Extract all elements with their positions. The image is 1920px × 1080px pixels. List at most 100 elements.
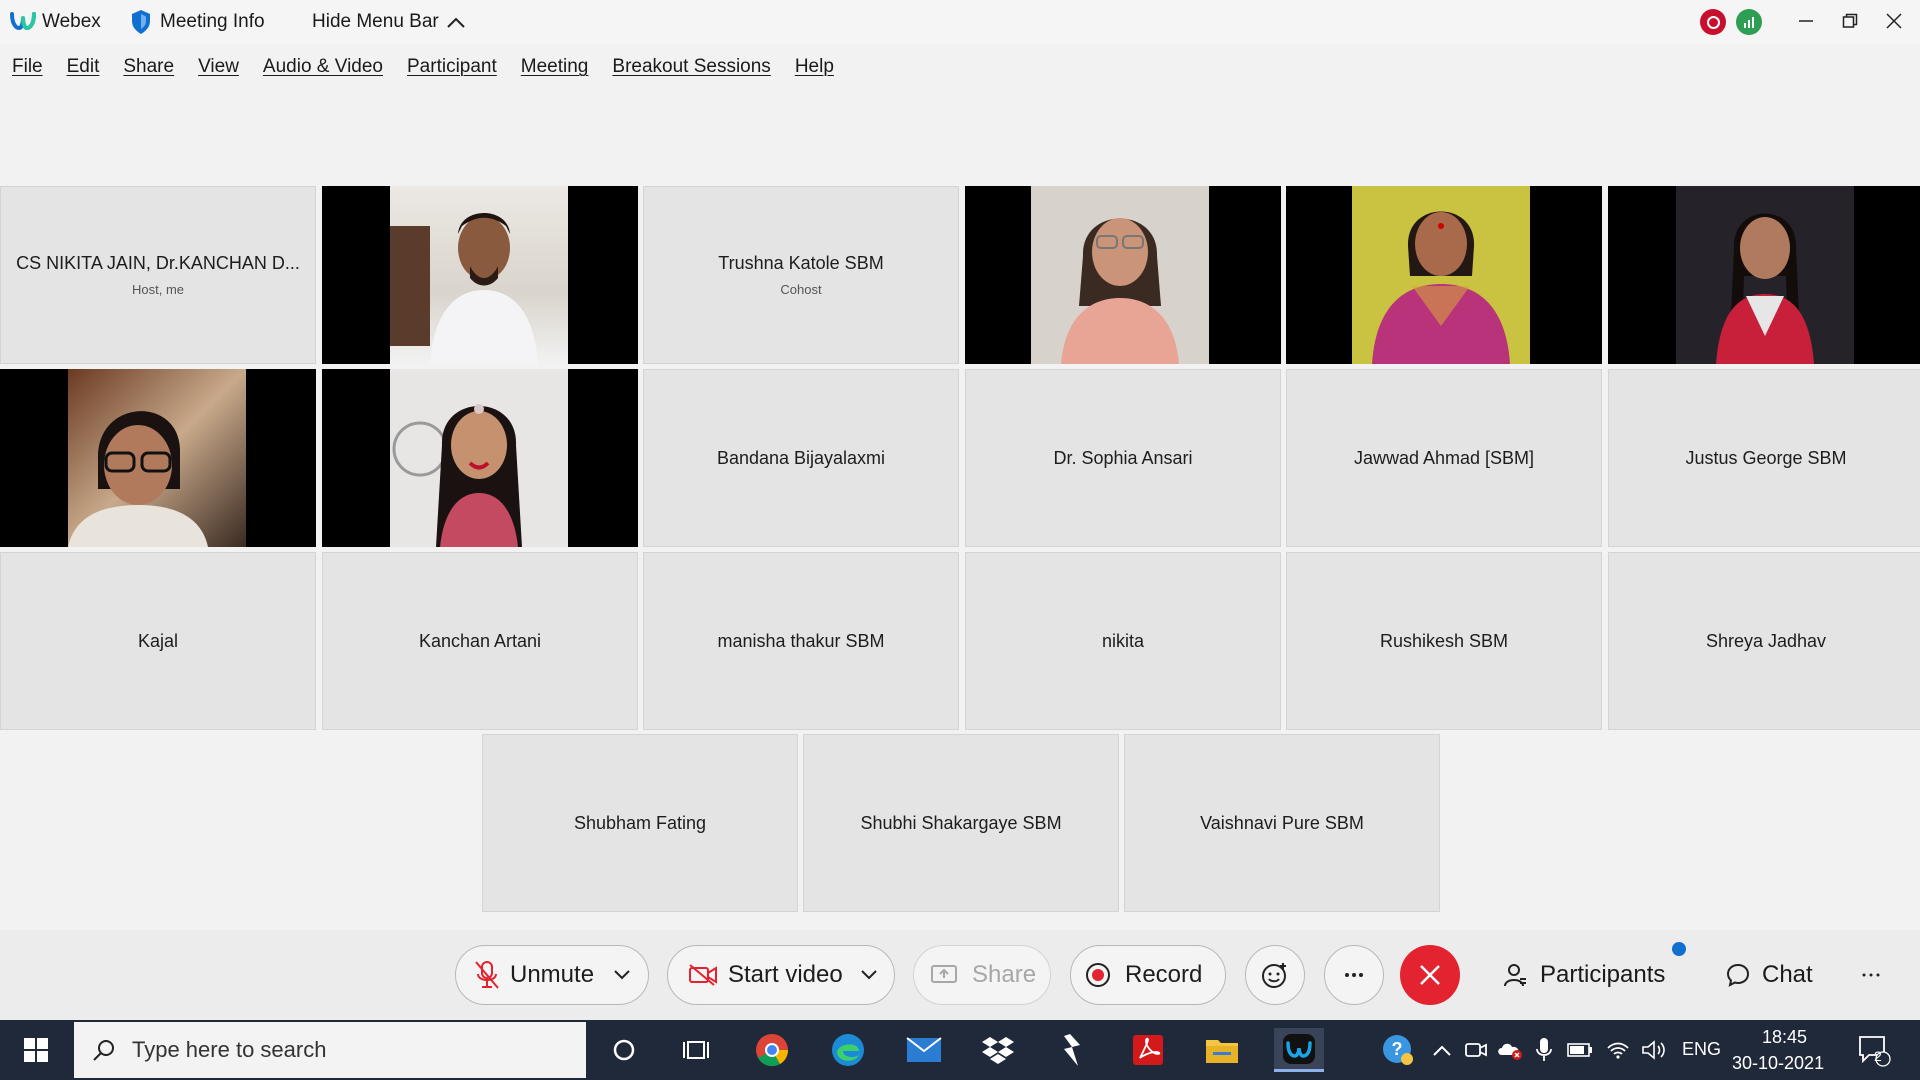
help-tray-icon[interactable]: ? xyxy=(1376,1028,1420,1072)
windows-start-button[interactable] xyxy=(0,1020,72,1080)
participant-role: Host, me xyxy=(131,282,184,297)
person-silhouette-icon xyxy=(68,411,208,547)
volume-icon[interactable] xyxy=(1632,1028,1676,1072)
acrobat-icon[interactable] xyxy=(1126,1028,1170,1072)
video-feed xyxy=(390,369,568,547)
meeting-control-bar: Unmute Start video Share Record Particip… xyxy=(0,930,1920,1020)
participant-name: Vaishnavi Pure SBM xyxy=(1200,812,1364,833)
participant-name: Justus George SBM xyxy=(1685,447,1847,468)
participant-tile[interactable]: Rushikesh SBM xyxy=(1286,552,1602,730)
menu-meeting[interactable]: Meeting xyxy=(521,56,589,78)
video-feed xyxy=(1676,186,1854,364)
person-silhouette-icon xyxy=(392,404,522,547)
record-icon xyxy=(1086,963,1110,987)
minimize-icon[interactable] xyxy=(1786,6,1826,36)
participant-video-tile[interactable] xyxy=(965,186,1281,364)
participant-tile[interactable]: Dr. Sophia Ansari xyxy=(965,369,1281,547)
participant-name: nikita xyxy=(1101,630,1145,651)
participant-role: Cohost xyxy=(780,282,822,297)
menu-view[interactable]: View xyxy=(198,56,239,78)
participant-video-tile[interactable] xyxy=(322,369,638,547)
participant-tile-host[interactable]: CS NIKITA JAIN, Dr.KANCHAN D... Host, me xyxy=(0,186,316,364)
participant-tile[interactable]: Shubham Fating xyxy=(482,734,798,912)
chevron-up-icon xyxy=(447,17,465,28)
participant-tile[interactable]: Shreya Jadhav xyxy=(1608,552,1920,730)
participant-video-tile[interactable] xyxy=(1286,186,1602,364)
participant-name: Jawwad Ahmad [SBM] xyxy=(1353,447,1535,468)
participant-name: CS NIKITA JAIN, Dr.KANCHAN D... xyxy=(16,253,300,273)
network-health-icon[interactable] xyxy=(1736,9,1762,35)
participant-tile[interactable]: Justus George SBM xyxy=(1608,369,1920,547)
participant-tile[interactable]: Kajal xyxy=(0,552,316,730)
participants-panel-button[interactable]: Participants xyxy=(1504,945,1665,1005)
file-explorer-icon[interactable] xyxy=(1200,1028,1244,1072)
share-button[interactable]: Share xyxy=(913,945,1051,1005)
more-options-button[interactable] xyxy=(1324,945,1384,1005)
participant-tile[interactable]: Jawwad Ahmad [SBM] xyxy=(1286,369,1602,547)
app-bolt-icon[interactable] xyxy=(1050,1028,1094,1072)
participant-name: Kajal xyxy=(137,630,179,651)
notification-count: 2 xyxy=(1874,1048,1882,1064)
title-bar: Webex Meeting Info Hide Menu Bar xyxy=(0,0,1920,44)
dropbox-icon[interactable] xyxy=(976,1028,1020,1072)
participant-name: Rushikesh SBM xyxy=(1379,630,1509,651)
close-window-icon[interactable] xyxy=(1874,6,1914,36)
meeting-info-shield-icon[interactable] xyxy=(130,9,152,35)
edge-icon[interactable] xyxy=(826,1028,870,1072)
video-feed xyxy=(1031,186,1209,364)
menu-help[interactable]: Help xyxy=(795,56,834,78)
clock-date[interactable]: 30-10-2021 xyxy=(1732,1053,1824,1074)
language-indicator[interactable]: ENG xyxy=(1682,1039,1721,1060)
chat-bubble-icon xyxy=(1726,963,1750,987)
participant-tile[interactable]: Kanchan Artani xyxy=(322,552,638,730)
menu-participant[interactable]: Participant xyxy=(407,56,497,78)
record-label: Record xyxy=(1125,961,1203,988)
person-silhouette-icon xyxy=(1372,211,1510,364)
svg-text:?: ? xyxy=(1392,1039,1403,1059)
taskbar-search-box[interactable]: Type here to search xyxy=(74,1022,586,1078)
record-button[interactable]: Record xyxy=(1070,945,1226,1005)
task-view-icon[interactable] xyxy=(674,1028,718,1072)
meeting-info-button[interactable]: Meeting Info xyxy=(160,11,265,33)
clock-time[interactable]: 18:45 xyxy=(1762,1027,1807,1048)
participant-tile[interactable]: Shubhi Shakargaye SBM xyxy=(803,734,1119,912)
participant-video-tile[interactable] xyxy=(1608,186,1920,364)
menu-file[interactable]: File xyxy=(12,56,43,78)
participant-name: Bandana Bijayalaxmi xyxy=(716,447,886,468)
cortana-icon[interactable] xyxy=(602,1028,646,1072)
video-grid: CS NIKITA JAIN, Dr.KANCHAN D... Host, me… xyxy=(0,186,1920,930)
recording-indicator-icon[interactable] xyxy=(1700,9,1726,35)
participant-video-tile[interactable] xyxy=(0,369,316,547)
participant-name: Dr. Sophia Ansari xyxy=(1053,447,1193,468)
app-name: Webex xyxy=(42,11,101,32)
hide-menu-bar-button[interactable]: Hide Menu Bar xyxy=(312,11,465,33)
menu-breakout-sessions[interactable]: Breakout Sessions xyxy=(612,56,770,78)
chat-label: Chat xyxy=(1762,961,1813,988)
leave-meeting-button[interactable] xyxy=(1400,945,1460,1005)
menu-share[interactable]: Share xyxy=(123,56,174,78)
webex-taskbar-icon[interactable] xyxy=(1274,1028,1324,1072)
ellipsis-icon xyxy=(1345,973,1363,977)
panel-overflow-button[interactable] xyxy=(1862,945,1880,1005)
participant-tile[interactable]: Vaishnavi Pure SBM xyxy=(1124,734,1440,912)
reactions-button[interactable] xyxy=(1245,945,1305,1005)
start-video-button[interactable]: Start video xyxy=(667,945,895,1005)
chat-panel-button[interactable]: Chat xyxy=(1726,945,1813,1005)
chrome-icon[interactable] xyxy=(750,1028,794,1072)
share-label: Share xyxy=(972,961,1037,988)
menu-edit[interactable]: Edit xyxy=(67,56,100,78)
menu-audio-video[interactable]: Audio & Video xyxy=(263,56,383,78)
search-icon xyxy=(93,1040,114,1061)
participant-video-tile[interactable] xyxy=(322,186,638,364)
unmute-button[interactable]: Unmute xyxy=(455,945,649,1005)
video-feed xyxy=(390,186,568,364)
chevron-down-icon[interactable] xyxy=(861,970,877,980)
chevron-down-icon[interactable] xyxy=(614,970,630,980)
participant-tile-cohost[interactable]: Trushna Katole SBM Cohost xyxy=(643,186,959,364)
participant-tile[interactable]: manisha thakur SBM xyxy=(643,552,959,730)
participant-tile[interactable]: nikita xyxy=(965,552,1281,730)
mail-icon[interactable] xyxy=(902,1028,946,1072)
restore-icon[interactable] xyxy=(1830,6,1870,36)
participant-tile[interactable]: Bandana Bijayalaxmi xyxy=(643,369,959,547)
search-placeholder: Type here to search xyxy=(132,1037,327,1062)
